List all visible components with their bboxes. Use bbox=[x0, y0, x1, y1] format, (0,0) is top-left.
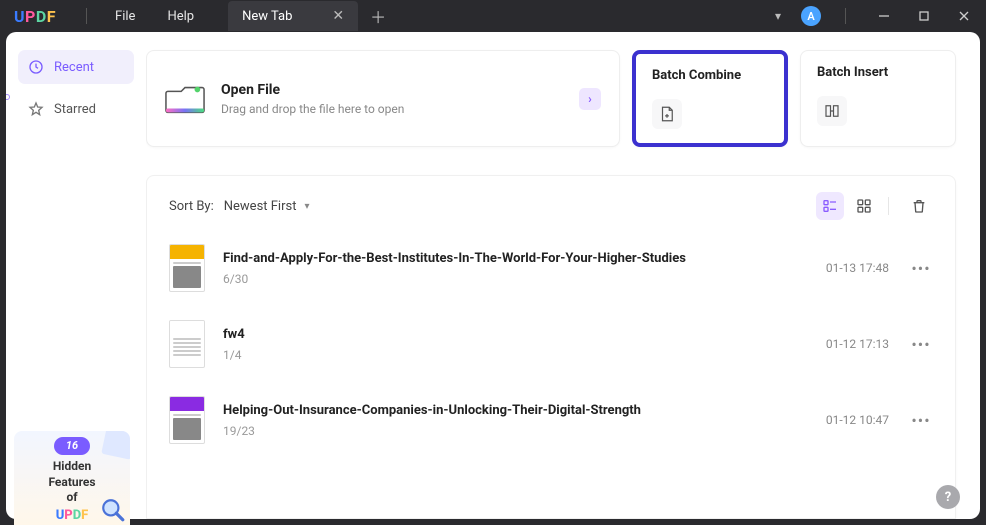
tab-new[interactable]: New Tab ✕ bbox=[228, 1, 358, 31]
main-surface: Recent Starred Open File Drag and drop t… bbox=[6, 32, 980, 519]
add-tab-icon[interactable]: ＋ bbox=[370, 4, 386, 28]
file-name: Helping-Out-Insurance-Companies-in-Unloc… bbox=[223, 403, 826, 418]
file-rows: Find-and-Apply-For-the-Best-Institutes-I… bbox=[169, 230, 933, 458]
file-thumbnail bbox=[169, 320, 205, 368]
caret-down-icon: ▾ bbox=[304, 201, 309, 212]
batch-insert-title: Batch Insert bbox=[817, 65, 939, 80]
separator bbox=[888, 197, 889, 215]
tab-title: New Tab bbox=[242, 9, 292, 24]
file-name: Find-and-Apply-For-the-Best-Institutes-I… bbox=[223, 251, 826, 266]
promo-card[interactable]: 16 Hidden Features of UPDF bbox=[14, 431, 130, 525]
clock-icon bbox=[28, 59, 44, 75]
delete-button[interactable] bbox=[905, 192, 933, 220]
menu-file[interactable]: File bbox=[115, 9, 135, 24]
file-row[interactable]: Find-and-Apply-For-the-Best-Institutes-I… bbox=[169, 230, 933, 306]
menu-help[interactable]: Help bbox=[167, 9, 194, 24]
promo-line2: Features bbox=[22, 475, 122, 491]
more-options-icon[interactable]: ••• bbox=[909, 411, 933, 430]
sort-by-label: Sort By: bbox=[169, 199, 214, 214]
file-thumbnail bbox=[169, 244, 205, 292]
more-options-icon[interactable]: ••• bbox=[909, 335, 933, 354]
view-grid-button[interactable] bbox=[850, 192, 878, 220]
chevron-down-icon[interactable]: ▾ bbox=[775, 9, 781, 23]
app-logo: UPDF bbox=[14, 7, 56, 26]
sidebar-item-recent[interactable]: Recent bbox=[18, 50, 134, 84]
close-tab-icon[interactable]: ✕ bbox=[332, 8, 344, 24]
file-thumbnail bbox=[169, 396, 205, 444]
separator bbox=[86, 8, 87, 24]
magnifier-icon bbox=[100, 497, 126, 523]
grid-view-icon bbox=[856, 198, 872, 214]
promo-decoration bbox=[101, 431, 130, 460]
promo-badge: 16 bbox=[54, 437, 90, 455]
file-pages: 19/23 bbox=[223, 424, 826, 438]
user-avatar[interactable]: A bbox=[801, 6, 821, 26]
sort-value: Newest First bbox=[224, 199, 297, 214]
file-date: 01-12 17:13 bbox=[826, 337, 889, 351]
file-date: 01-12 10:47 bbox=[826, 413, 889, 427]
window-close[interactable] bbox=[950, 2, 978, 30]
content-area: Open File Drag and drop the file here to… bbox=[146, 32, 980, 519]
batch-combine-title: Batch Combine bbox=[652, 68, 768, 83]
file-name: fw4 bbox=[223, 327, 826, 342]
combine-icon bbox=[658, 105, 676, 123]
sort-dropdown[interactable]: Newest First ▾ bbox=[224, 199, 310, 214]
file-date: 01-13 17:48 bbox=[826, 261, 889, 275]
titlebar: UPDF File Help New Tab ✕ ＋ ▾ A bbox=[0, 0, 986, 32]
recent-files-panel: Sort By: Newest First ▾ bbox=[146, 175, 956, 519]
trash-icon bbox=[911, 198, 927, 214]
sidebar-item-label: Starred bbox=[54, 102, 96, 117]
file-pages: 6/30 bbox=[223, 272, 826, 286]
window-minimize[interactable] bbox=[870, 2, 898, 30]
batch-combine-card[interactable]: Batch Combine bbox=[632, 50, 788, 147]
folder-icon bbox=[165, 81, 205, 117]
file-pages: 1/4 bbox=[223, 348, 826, 362]
file-row[interactable]: Helping-Out-Insurance-Companies-in-Unloc… bbox=[169, 382, 933, 458]
help-button[interactable]: ? bbox=[936, 485, 960, 509]
open-file-title: Open File bbox=[221, 82, 404, 98]
chevron-right-icon[interactable]: › bbox=[579, 88, 601, 110]
insert-icon bbox=[823, 102, 841, 120]
more-options-icon[interactable]: ••• bbox=[909, 259, 933, 278]
open-file-card[interactable]: Open File Drag and drop the file here to… bbox=[146, 50, 620, 147]
list-view-icon bbox=[822, 198, 838, 214]
separator bbox=[845, 8, 846, 24]
batch-insert-card[interactable]: Batch Insert bbox=[800, 50, 956, 147]
sidebar-item-label: Recent bbox=[54, 60, 94, 75]
open-file-subtitle: Drag and drop the file here to open bbox=[221, 102, 404, 116]
sidebar-item-starred[interactable]: Starred bbox=[18, 92, 134, 126]
list-header: Sort By: Newest First ▾ bbox=[169, 192, 933, 220]
window-maximize[interactable] bbox=[910, 2, 938, 30]
star-icon bbox=[28, 101, 44, 117]
file-row[interactable]: fw4 1/4 01-12 17:13 ••• bbox=[169, 306, 933, 382]
view-list-button[interactable] bbox=[816, 192, 844, 220]
promo-line1: Hidden bbox=[22, 459, 122, 475]
action-cards-row: Open File Drag and drop the file here to… bbox=[146, 50, 956, 147]
